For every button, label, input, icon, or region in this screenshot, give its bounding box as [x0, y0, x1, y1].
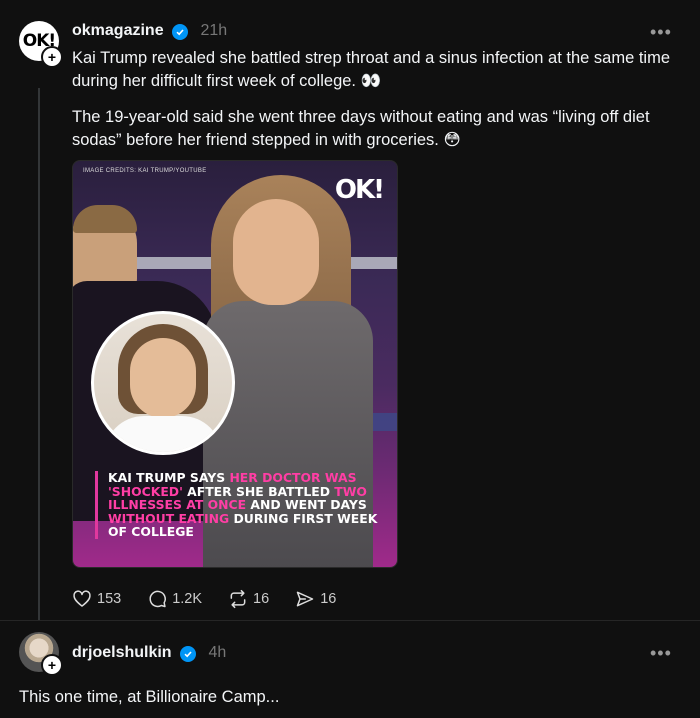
- follow-plus-icon[interactable]: +: [41, 46, 63, 68]
- repost-count: 16: [253, 591, 270, 607]
- comment-count: 1.2K: [172, 591, 203, 607]
- repost-icon: [230, 589, 246, 609]
- post-image[interactable]: IMAGE CREDITS: KAI TRUMP/YOUTUBE OK! KAI…: [72, 160, 398, 568]
- image-bg-person-hair: [73, 205, 137, 233]
- image-credits: IMAGE CREDITS: KAI TRUMP/YOUTUBE: [83, 168, 207, 174]
- verified-badge-icon: [180, 646, 197, 662]
- post2-text: This one time, at Billionaire Camp...: [19, 688, 280, 706]
- thread-line: [38, 88, 40, 620]
- like-count: 153: [97, 591, 122, 607]
- post-paragraph-2: The 19-year-old said she went three days…: [72, 108, 650, 149]
- inset-shirt: [104, 416, 222, 452]
- like-button[interactable]: 153: [72, 589, 121, 609]
- username[interactable]: drjoelshulkin: [72, 644, 172, 661]
- post-paragraph-1: Kai Trump revealed she battled strep thr…: [72, 49, 670, 90]
- more-options-icon[interactable]: •••: [650, 22, 672, 43]
- username[interactable]: okmagazine: [72, 22, 164, 39]
- image-headline: KAI TRUMP SAYS HER DOCTOR WAS 'SHOCKED' …: [95, 471, 397, 539]
- image-woman-face: [233, 199, 319, 305]
- post2-header: drjoelshulkin 4h: [72, 644, 226, 662]
- more-options-icon[interactable]: •••: [650, 643, 672, 664]
- comment-icon: [149, 590, 167, 608]
- post-time: 21h: [200, 22, 228, 39]
- comment-button[interactable]: 1.2K: [147, 589, 202, 609]
- action-bar: 153 1.2K 16 16: [72, 588, 362, 610]
- verified-badge-icon: [172, 24, 189, 40]
- send-icon: [296, 591, 314, 607]
- share-button[interactable]: 16: [295, 589, 336, 609]
- inset-face: [130, 338, 196, 418]
- heart-icon: [73, 590, 91, 607]
- post-divider: [0, 620, 700, 621]
- repost-button[interactable]: 16: [228, 589, 269, 609]
- inset-photo: [91, 311, 235, 455]
- follow-plus-icon[interactable]: +: [41, 654, 63, 676]
- ok-logo: OK!: [334, 175, 385, 205]
- post-time: 4h: [208, 644, 227, 661]
- share-count: 16: [320, 591, 337, 607]
- post-header: okmagazine 21h: [72, 22, 227, 40]
